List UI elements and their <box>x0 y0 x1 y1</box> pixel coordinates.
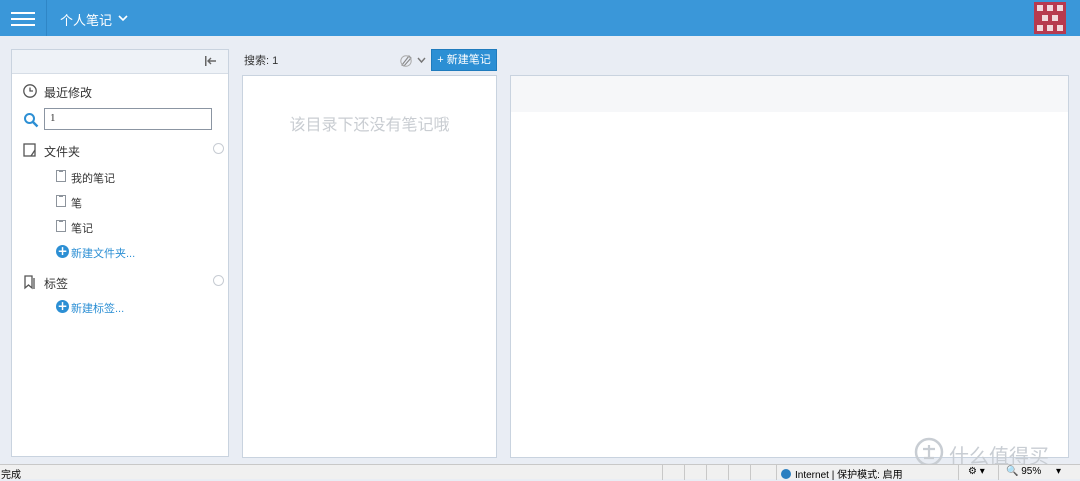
content-header <box>511 76 1068 112</box>
edit-pen-icon[interactable] <box>399 53 429 67</box>
hamburger-menu-icon[interactable] <box>11 9 35 27</box>
status-divider <box>728 465 729 480</box>
status-divider <box>776 465 777 480</box>
sidebar-header <box>12 50 228 74</box>
folder-label: 笔 <box>71 198 82 210</box>
notebook-icon <box>56 170 66 182</box>
top-bar: 个人笔记 <box>0 0 1080 36</box>
search-icon[interactable] <box>23 112 39 128</box>
sidebar-item-label: 最近修改 <box>44 86 93 100</box>
folder-label: 我的笔记 <box>71 173 115 185</box>
chevron-down-icon[interactable] <box>117 12 129 24</box>
folders-toggle-icon[interactable] <box>213 143 224 154</box>
new-folder-label: 新建文件夹... <box>71 248 136 260</box>
tags-toggle-icon[interactable] <box>213 275 224 286</box>
search-result-label: 搜索: 1 <box>244 55 279 67</box>
zoom-control[interactable]: 🔍 95% <box>1006 466 1041 477</box>
status-divider <box>750 465 751 480</box>
empty-list-message: 该目录下还没有笔记哦 <box>289 117 450 134</box>
status-bar: 完成 Internet | 保护模式: 启用 ⚙ ▾ 🔍 95% ▾ <box>0 464 1080 481</box>
sidebar-item-recent[interactable]: 最近修改 <box>12 79 228 103</box>
globe-icon <box>781 469 791 479</box>
topbar-divider <box>46 0 47 36</box>
security-zone-label: Internet | 保护模式: 启用 <box>795 470 903 481</box>
add-circle-icon: + <box>56 299 69 313</box>
note-list-panel: 该目录下还没有笔记哦 <box>242 75 497 458</box>
status-divider <box>998 465 999 480</box>
status-divider <box>662 465 663 480</box>
collapse-sidebar-icon[interactable] <box>204 55 218 67</box>
search-input[interactable]: 1 <box>44 108 212 130</box>
notebook-title[interactable]: 个人笔记 <box>60 10 112 29</box>
avatar[interactable] <box>1034 2 1066 34</box>
add-circle-icon: + <box>56 244 69 258</box>
notebook-icon <box>56 195 66 207</box>
status-divider <box>684 465 685 480</box>
sidebar: 最近修改 1 文件夹 我的笔记 笔 笔记 + 新建文件夹... 标签 + 新建标… <box>11 49 229 457</box>
folder-label: 笔记 <box>71 223 93 235</box>
new-tag-label: 新建标签... <box>71 303 125 315</box>
notebook-icon <box>56 220 66 232</box>
status-divider <box>958 465 959 480</box>
new-note-button[interactable]: + 新建笔记 <box>431 49 497 71</box>
note-content-panel <box>510 75 1069 458</box>
notebook-icon <box>23 143 36 157</box>
sidebar-item-label: 标签 <box>44 277 69 291</box>
sidebar-item-tags[interactable]: 标签 <box>12 270 228 294</box>
protected-mode-icon[interactable]: ⚙ ▾ <box>968 466 985 477</box>
zoom-dropdown-icon[interactable]: ▾ <box>1056 466 1061 477</box>
zoom-level: 95% <box>1021 466 1042 477</box>
tag-icon <box>24 275 35 290</box>
sidebar-item-folders[interactable]: 文件夹 <box>12 138 228 162</box>
sidebar-item-label: 文件夹 <box>44 145 81 159</box>
clock-icon <box>23 84 37 98</box>
status-divider <box>706 465 707 480</box>
